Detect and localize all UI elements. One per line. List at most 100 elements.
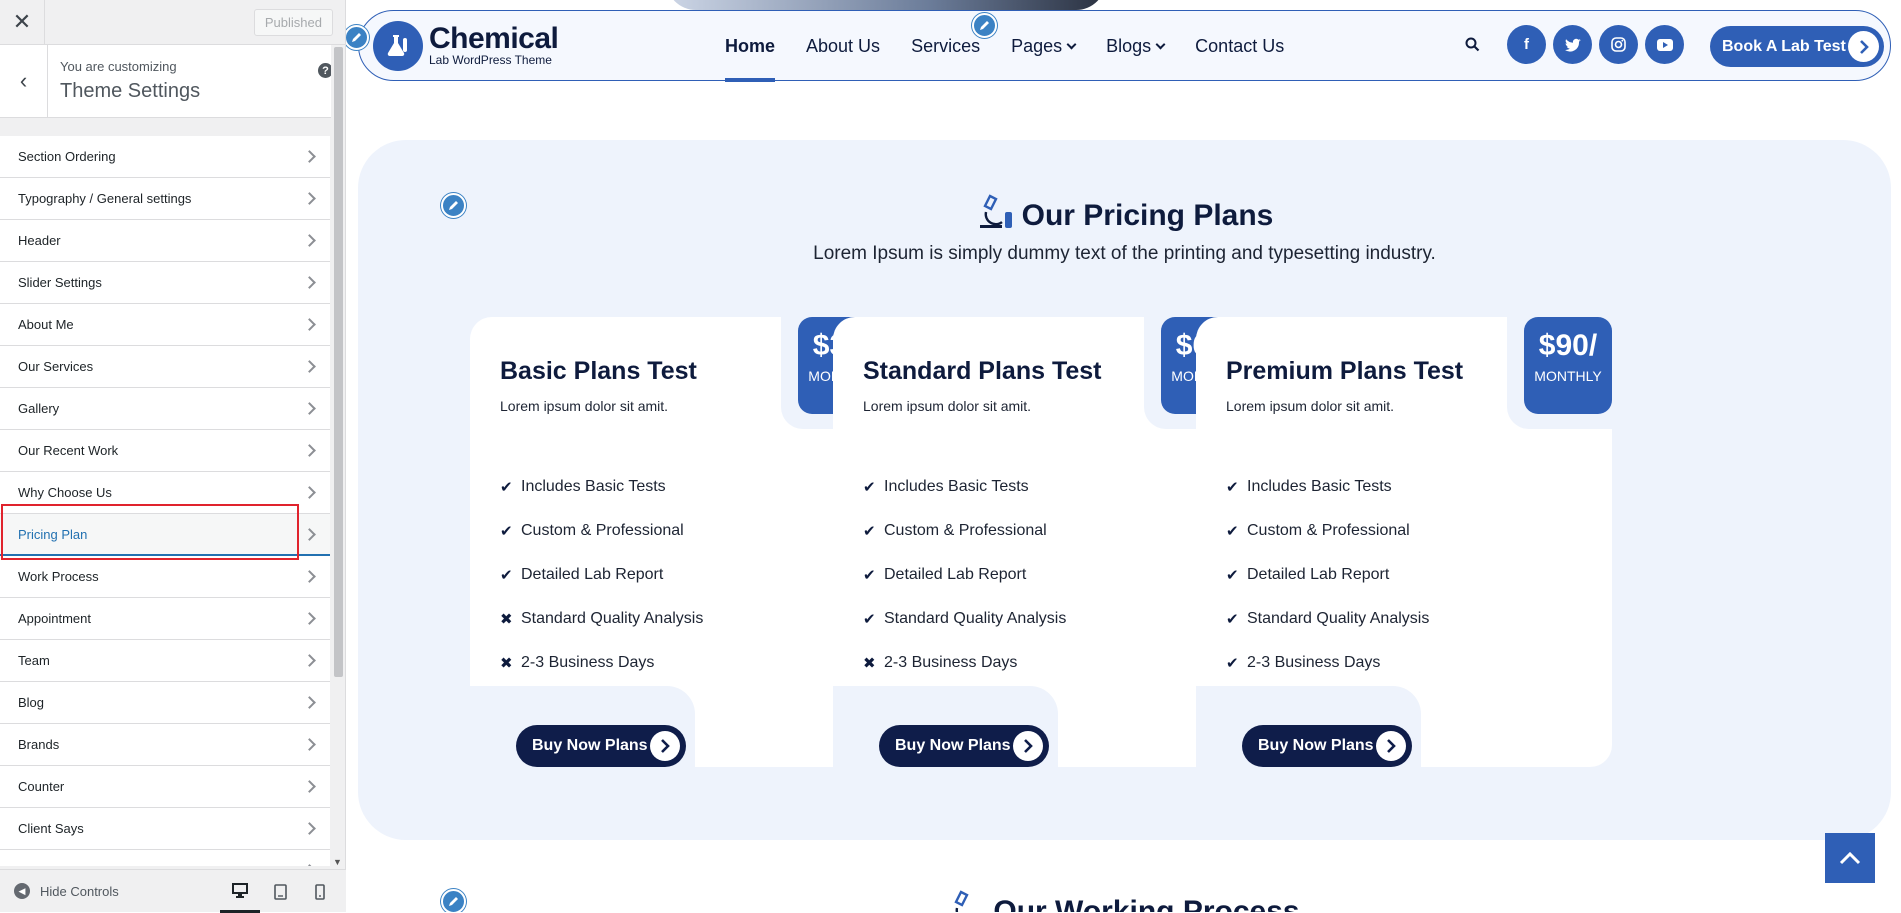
plan-feature-label: Standard Quality Analysis bbox=[884, 610, 1067, 627]
site-logo[interactable]: Chemical Lab WordPress Theme bbox=[373, 20, 559, 71]
menu-item-pricing-plan[interactable]: Pricing Plan bbox=[0, 514, 330, 556]
social-links: f bbox=[1507, 25, 1684, 64]
plan-name: Premium Plans Test bbox=[1226, 357, 1464, 385]
plan-feature: ✔ Detailed Lab Report bbox=[863, 553, 1066, 597]
edit-shortcut-icon[interactable] bbox=[441, 889, 466, 912]
menu-item-our-services[interactable]: Our Services bbox=[0, 346, 330, 388]
chevron-right-icon bbox=[303, 654, 316, 667]
menu-item-label: Pricing Plan bbox=[18, 526, 88, 542]
chevron-right-icon bbox=[1013, 731, 1043, 761]
hero-image-edge bbox=[666, 0, 1106, 10]
plan-feature-label: 2-3 Business Days bbox=[1247, 654, 1381, 671]
nav-link-contact-us[interactable]: Contact Us bbox=[1195, 11, 1284, 82]
flask-logo-icon bbox=[373, 20, 423, 71]
nav-link-services[interactable]: Services bbox=[911, 11, 980, 82]
tablet-icon[interactable] bbox=[260, 870, 300, 913]
buy-now-button[interactable]: Buy Now Plans bbox=[1242, 725, 1412, 767]
chevron-right-icon bbox=[303, 444, 316, 457]
customizer-topbar: ✕ Published bbox=[0, 0, 345, 45]
scrollbar-thumb[interactable] bbox=[334, 47, 343, 677]
pricing-subtitle: Lorem Ipsum is simply dummy text of the … bbox=[813, 243, 1436, 264]
plan-name: Standard Plans Test bbox=[863, 357, 1102, 385]
mobile-icon[interactable] bbox=[300, 870, 340, 913]
published-button[interactable]: Published bbox=[253, 8, 333, 36]
hide-controls-label: Hide Controls bbox=[40, 883, 119, 899]
microscope-icon bbox=[976, 192, 1016, 240]
menu-item-why-choose-us[interactable]: Why Choose Us bbox=[0, 472, 330, 514]
chevron-right-icon bbox=[1848, 31, 1879, 62]
menu-item-label: Client Says bbox=[18, 821, 84, 836]
nav-link-home[interactable]: Home bbox=[725, 11, 776, 82]
desktop-icon[interactable] bbox=[220, 870, 260, 913]
menu-item-header[interactable]: Header bbox=[0, 220, 330, 262]
menu-item-client-says[interactable]: Client Says bbox=[0, 808, 330, 850]
edit-shortcut-icon[interactable] bbox=[972, 13, 997, 38]
menu-item-work-process[interactable]: Work Process bbox=[0, 556, 330, 598]
plan-feature: ✔ Includes Basic Tests bbox=[1226, 465, 1429, 509]
menu-item-label: Work Process bbox=[18, 569, 99, 584]
check-icon: ✔ bbox=[500, 479, 513, 496]
menu-item-about-me[interactable]: About Me bbox=[0, 304, 330, 346]
sidebar-scrollbar[interactable]: ▼ bbox=[331, 45, 345, 869]
scroll-down-arrow-icon[interactable]: ▼ bbox=[333, 857, 342, 867]
nav-link-label: Contact Us bbox=[1195, 36, 1285, 56]
device-preview-switcher bbox=[220, 870, 340, 913]
back-button[interactable]: ‹ bbox=[0, 45, 48, 117]
facebook-icon[interactable]: f bbox=[1507, 25, 1546, 64]
close-customizer-button[interactable]: ✕ bbox=[0, 0, 45, 45]
plan-feature-label: Standard Quality Analysis bbox=[1247, 610, 1430, 627]
search-icon[interactable] bbox=[1465, 37, 1480, 57]
menu-item-team[interactable]: Team bbox=[0, 640, 330, 682]
scroll-to-top-button[interactable] bbox=[1825, 833, 1875, 883]
menu-item-typography-general-settings[interactable]: Typography / General settings bbox=[0, 178, 330, 220]
price-tag: $90/ MONTHLY bbox=[1524, 317, 1612, 414]
nav-link-blogs[interactable]: Blogs bbox=[1106, 11, 1166, 82]
twitter-icon[interactable] bbox=[1553, 25, 1592, 64]
youtube-icon[interactable] bbox=[1645, 25, 1684, 64]
logo-text: Chemical Lab WordPress Theme bbox=[429, 23, 559, 67]
menu-item-label: Gallery bbox=[18, 401, 60, 416]
chevron-right-icon bbox=[303, 234, 316, 247]
menu-item-counter[interactable]: Counter bbox=[0, 766, 330, 808]
menu-item-faq[interactable]: FAQ bbox=[0, 850, 330, 866]
customizing-label: You are customizing bbox=[60, 59, 177, 74]
chevron-right-icon bbox=[303, 486, 316, 499]
menu-item-brands[interactable]: Brands bbox=[0, 724, 330, 766]
buy-now-button[interactable]: Buy Now Plans bbox=[879, 725, 1049, 767]
menu-item-gallery[interactable]: Gallery bbox=[0, 388, 330, 430]
hide-controls-button[interactable]: ◀ Hide Controls bbox=[14, 883, 119, 899]
book-lab-test-button[interactable]: Book A Lab Test bbox=[1710, 26, 1884, 67]
plan-feature-label: Custom & Professional bbox=[521, 522, 684, 539]
plan-feature-label: 2-3 Business Days bbox=[521, 654, 655, 671]
chevron-right-icon bbox=[650, 731, 680, 761]
menu-item-slider-settings[interactable]: Slider Settings bbox=[0, 262, 330, 304]
plan-feature-label: Includes Basic Tests bbox=[521, 478, 666, 495]
menu-item-blog[interactable]: Blog bbox=[0, 682, 330, 724]
nav-link-about-us[interactable]: About Us bbox=[806, 11, 880, 82]
plan-feature: ✖ Standard Quality Analysis bbox=[500, 597, 703, 641]
check-icon: ✔ bbox=[1226, 655, 1239, 672]
plan-description: Lorem ipsum dolor sit amit. bbox=[863, 398, 1032, 414]
buy-now-button[interactable]: Buy Now Plans bbox=[516, 725, 686, 767]
chevron-left-icon: ‹ bbox=[19, 68, 28, 93]
customizer-header: ‹ You are customizing Theme Settings ? bbox=[0, 45, 345, 118]
chevron-right-icon bbox=[303, 318, 316, 331]
menu-item-label: Counter bbox=[18, 779, 65, 794]
menu-item-our-recent-work[interactable]: Our Recent Work bbox=[0, 430, 330, 472]
chevron-right-icon bbox=[303, 150, 316, 163]
close-icon: ✕ bbox=[12, 9, 32, 34]
book-lab-test-label: Book A Lab Test bbox=[1722, 37, 1846, 55]
menu-item-section-ordering[interactable]: Section Ordering bbox=[0, 136, 330, 178]
nav-link-pages[interactable]: Pages bbox=[1011, 11, 1077, 82]
check-icon: ✔ bbox=[863, 567, 876, 584]
menu-item-label: Header bbox=[18, 233, 61, 248]
plan-feature-label: Standard Quality Analysis bbox=[521, 610, 704, 627]
chevron-right-icon bbox=[303, 780, 316, 793]
customizer-footer: ◀ Hide Controls bbox=[0, 869, 346, 913]
chevron-right-icon bbox=[303, 570, 316, 583]
menu-item-appointment[interactable]: Appointment bbox=[0, 598, 330, 640]
plan-feature-label: 2-3 Business Days bbox=[884, 654, 1018, 671]
instagram-icon[interactable] bbox=[1599, 25, 1638, 64]
edit-shortcut-icon[interactable] bbox=[441, 193, 466, 218]
plan-feature: ✔ Custom & Professional bbox=[500, 509, 703, 553]
